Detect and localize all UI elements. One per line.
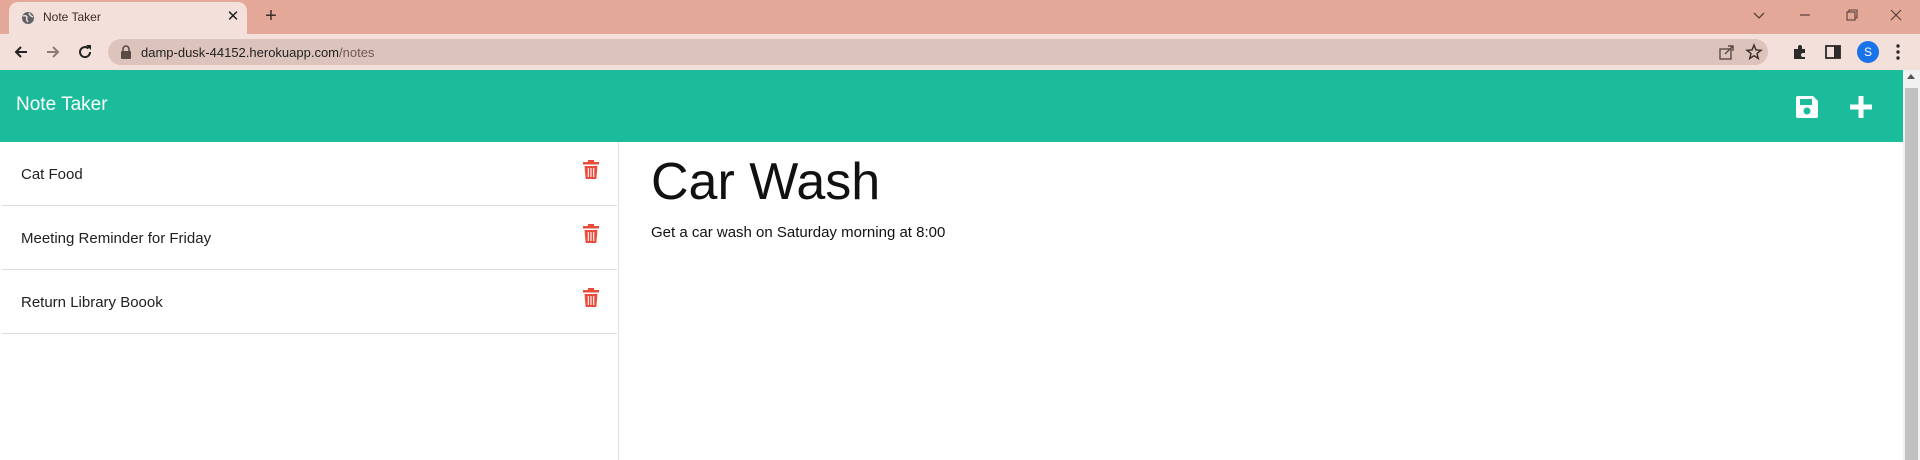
restore-icon[interactable] xyxy=(1838,4,1864,26)
chevron-down-icon[interactable] xyxy=(1746,4,1772,26)
app-navbar: Note Taker xyxy=(0,70,1903,142)
trash-icon[interactable] xyxy=(583,224,599,244)
plus-icon[interactable] xyxy=(1848,94,1874,120)
lock-icon[interactable] xyxy=(120,45,132,59)
share-icon[interactable] xyxy=(1718,43,1736,61)
minimize-icon[interactable] xyxy=(1792,4,1818,26)
address-bar[interactable]: damp-dusk-44152.herokuapp.com/notes xyxy=(108,39,1768,65)
back-button[interactable] xyxy=(10,41,32,63)
page-scrollbar[interactable] xyxy=(1903,70,1920,460)
note-title[interactable]: Cat Food xyxy=(21,166,83,183)
tab-close-icon[interactable]: ✕ xyxy=(224,8,242,26)
browser-titlebar: Note Taker ✕ + xyxy=(0,0,1920,34)
note-title[interactable]: Meeting Reminder for Friday xyxy=(21,230,211,247)
note-title[interactable]: Return Library Boook xyxy=(21,294,163,311)
url-text[interactable]: damp-dusk-44152.herokuapp.com/notes xyxy=(141,45,374,60)
reload-button[interactable] xyxy=(74,41,96,63)
url-path: /notes xyxy=(339,45,375,60)
extensions-icon[interactable] xyxy=(1790,42,1810,62)
forward-button[interactable] xyxy=(42,41,64,63)
note-text-field[interactable]: Get a car wash on Saturday morning at 8:… xyxy=(651,224,945,241)
arrow-right-icon xyxy=(47,46,60,58)
browser-toolbar: damp-dusk-44152.herokuapp.com/notes S xyxy=(0,34,1920,70)
app-title[interactable]: Note Taker xyxy=(16,94,108,116)
scroll-up-icon[interactable] xyxy=(1907,74,1915,79)
arrow-left-icon xyxy=(14,46,27,58)
side-panel-icon[interactable] xyxy=(1823,42,1843,62)
note-list: Cat Food Meeting Reminder for Friday Ret… xyxy=(0,142,619,460)
new-tab-button[interactable]: + xyxy=(260,6,282,28)
reload-icon xyxy=(79,45,92,59)
scrollbar-thumb[interactable] xyxy=(1905,88,1918,460)
list-item[interactable]: Return Library Boook xyxy=(2,270,617,334)
note-title-field[interactable]: Car Wash xyxy=(651,152,880,212)
list-item[interactable]: Meeting Reminder for Friday xyxy=(2,206,617,270)
globe-icon xyxy=(22,12,34,24)
profile-avatar[interactable]: S xyxy=(1857,41,1879,63)
bookmark-star-icon[interactable] xyxy=(1745,43,1763,61)
note-editor: Car Wash Get a car wash on Saturday morn… xyxy=(620,142,1903,460)
save-icon[interactable] xyxy=(1794,94,1820,120)
trash-icon[interactable] xyxy=(583,288,599,308)
browser-tab[interactable]: Note Taker ✕ xyxy=(9,2,247,34)
list-item[interactable]: Cat Food xyxy=(2,142,617,206)
trash-icon[interactable] xyxy=(583,160,599,180)
close-icon[interactable] xyxy=(1883,4,1909,26)
tab-title: Note Taker xyxy=(43,10,101,24)
more-menu-icon[interactable] xyxy=(1888,42,1908,62)
url-host: damp-dusk-44152.herokuapp.com xyxy=(141,45,340,60)
